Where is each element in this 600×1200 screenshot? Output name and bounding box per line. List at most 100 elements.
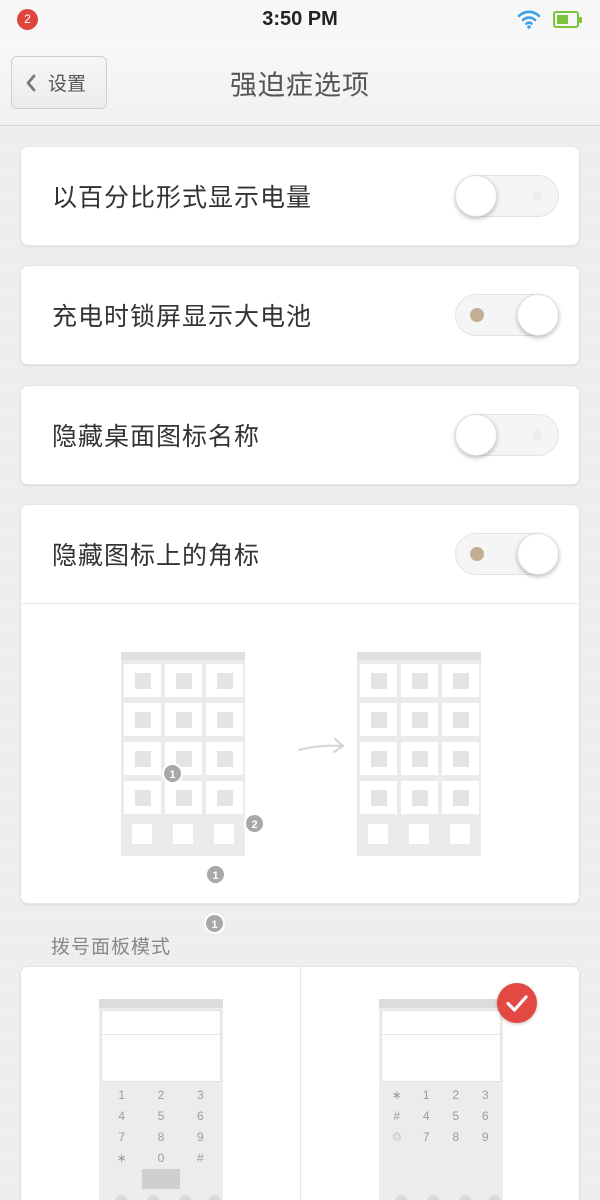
nav-bar: 设置 强迫症选项 xyxy=(0,40,600,126)
grid-app-icon xyxy=(442,781,479,814)
grid-app-icon xyxy=(124,742,161,775)
setting-label: 以百分比形式显示电量 xyxy=(52,183,313,212)
nav-dot xyxy=(395,1195,407,1200)
dialpad-key: 9 xyxy=(196,1130,204,1144)
toggle-big-battery[interactable] xyxy=(455,294,559,336)
badge-bubble: 1 xyxy=(162,763,183,784)
grid-app-icon xyxy=(124,781,161,814)
dialpad-key: 1 xyxy=(422,1088,430,1102)
grid-app-icon xyxy=(206,703,243,736)
dialpad-key: 6 xyxy=(196,1109,204,1123)
badge-bubble: 1 xyxy=(204,913,225,934)
divider xyxy=(300,967,301,1200)
toggle-knob xyxy=(455,175,497,217)
setting-card-big-battery: 充电时锁屏显示大电池 xyxy=(20,265,580,365)
dialpad-key: 7 xyxy=(118,1130,125,1144)
dock-icon xyxy=(450,824,470,844)
nav-dot xyxy=(427,1195,439,1200)
setting-row: 隐藏桌面图标名称 xyxy=(21,386,579,484)
dialpad-key: 7 xyxy=(422,1130,430,1144)
setting-row: 以百分比形式显示电量 xyxy=(21,147,579,245)
dialpad-key: # xyxy=(393,1109,401,1123)
dialpad-key: ∗ xyxy=(116,1151,127,1165)
setting-card-battery-percent: 以百分比形式显示电量 xyxy=(20,146,580,246)
dialpad-key: 4 xyxy=(422,1109,430,1123)
nav-dot xyxy=(489,1195,501,1200)
dialpad-key: ∗ xyxy=(391,1088,402,1102)
status-time: 3:50 PM xyxy=(262,8,338,30)
page-title: 强迫症选项 xyxy=(230,70,370,102)
grid-with-badges xyxy=(121,652,245,856)
dock-icon xyxy=(132,824,152,844)
toggle-hide-icon-names[interactable] xyxy=(455,414,559,456)
dialpad-key: 2 xyxy=(452,1088,460,1102)
dialpad-key: 6 xyxy=(481,1109,489,1123)
grid-app-icon xyxy=(206,781,243,814)
nav-dot xyxy=(115,1195,127,1200)
dialpad-key: 8 xyxy=(157,1130,165,1144)
toggle-indicator xyxy=(532,430,542,440)
nav-dot xyxy=(147,1195,159,1200)
nav-dot xyxy=(459,1195,471,1200)
nav-dot xyxy=(179,1195,191,1200)
toggle-knob xyxy=(517,533,559,575)
grid-app-icon xyxy=(124,664,161,697)
dialpad-key: 4 xyxy=(118,1109,125,1123)
grid-app-icon xyxy=(360,664,397,697)
grid-app-icon xyxy=(442,703,479,736)
grid-app-icon xyxy=(165,664,202,697)
dialpad-key: 0 xyxy=(157,1151,165,1165)
grid-app-icon xyxy=(206,742,243,775)
dock-icon xyxy=(409,824,429,844)
grid-app-icon xyxy=(360,781,397,814)
grid-app-icon xyxy=(360,703,397,736)
dialpad-key: ♲ xyxy=(391,1130,403,1144)
grid-app-icon xyxy=(442,664,479,697)
call-key xyxy=(142,1169,180,1189)
setting-label: 隐藏图标上的角标 xyxy=(52,541,261,570)
dock-icon xyxy=(173,824,193,844)
section-header-dialpad: 拨号面板模式 xyxy=(51,936,172,958)
setting-row: 隐藏图标上的角标 xyxy=(21,505,579,603)
wifi-icon xyxy=(517,10,541,29)
dialpad-key: 5 xyxy=(157,1109,165,1123)
badge-bubble: 2 xyxy=(244,813,265,834)
grid-app-icon xyxy=(401,742,438,775)
grid-app-icon xyxy=(165,703,202,736)
arrow-right-icon xyxy=(297,737,345,754)
grid-app-icon xyxy=(165,781,202,814)
setting-label: 隐藏桌面图标名称 xyxy=(52,422,261,451)
badge-illustration: 1 2 1 1 xyxy=(21,603,579,934)
toggle-knob xyxy=(517,294,559,336)
grid-app-icon xyxy=(401,703,438,736)
grid-app-icon xyxy=(401,781,438,814)
grid-without-badges xyxy=(357,652,481,856)
toggle-hide-badges[interactable] xyxy=(455,533,559,575)
dialpad-mode-card: 1 2 3 4 5 6 7 8 9 ∗ 0 # ∗ 1 2 3 #4 5 6 ♲ 7 8 9 xyxy=(20,966,580,1200)
setting-card-hide-badges: 隐藏图标上的角标 1 2 1 1 xyxy=(20,504,580,934)
grid-app-icon xyxy=(360,742,397,775)
dialpad-key: 3 xyxy=(196,1088,204,1102)
grid-app-icon xyxy=(124,703,161,736)
checkmark-icon xyxy=(497,983,537,1023)
toggle-indicator xyxy=(532,191,542,201)
status-bar: 2 3:50 PM xyxy=(0,0,600,40)
nav-dot xyxy=(209,1195,221,1200)
dialpad-option-standard[interactable]: 1 2 3 4 5 6 7 8 9 ∗ 0 # xyxy=(99,999,223,1200)
dialpad-key: 8 xyxy=(452,1130,460,1144)
toggle-indicator xyxy=(470,547,484,561)
dialpad-key: 1 xyxy=(118,1088,125,1102)
setting-card-hide-icon-names: 隐藏桌面图标名称 xyxy=(20,385,580,485)
toggle-knob xyxy=(455,414,497,456)
setting-row: 充电时锁屏显示大电池 xyxy=(21,266,579,364)
grid-app-icon xyxy=(401,664,438,697)
dialpad-key: # xyxy=(196,1151,204,1165)
battery-icon xyxy=(553,11,582,28)
grid-app-icon xyxy=(442,742,479,775)
toggle-battery-percent[interactable] xyxy=(455,175,559,217)
dialpad-option-compact[interactable]: ∗ 1 2 3 #4 5 6 ♲ 7 8 9 xyxy=(379,999,503,1200)
dock-icon xyxy=(368,824,388,844)
dialpad-key: 9 xyxy=(481,1130,489,1144)
dock-icon xyxy=(214,824,234,844)
dialpad-key: 2 xyxy=(157,1088,165,1102)
